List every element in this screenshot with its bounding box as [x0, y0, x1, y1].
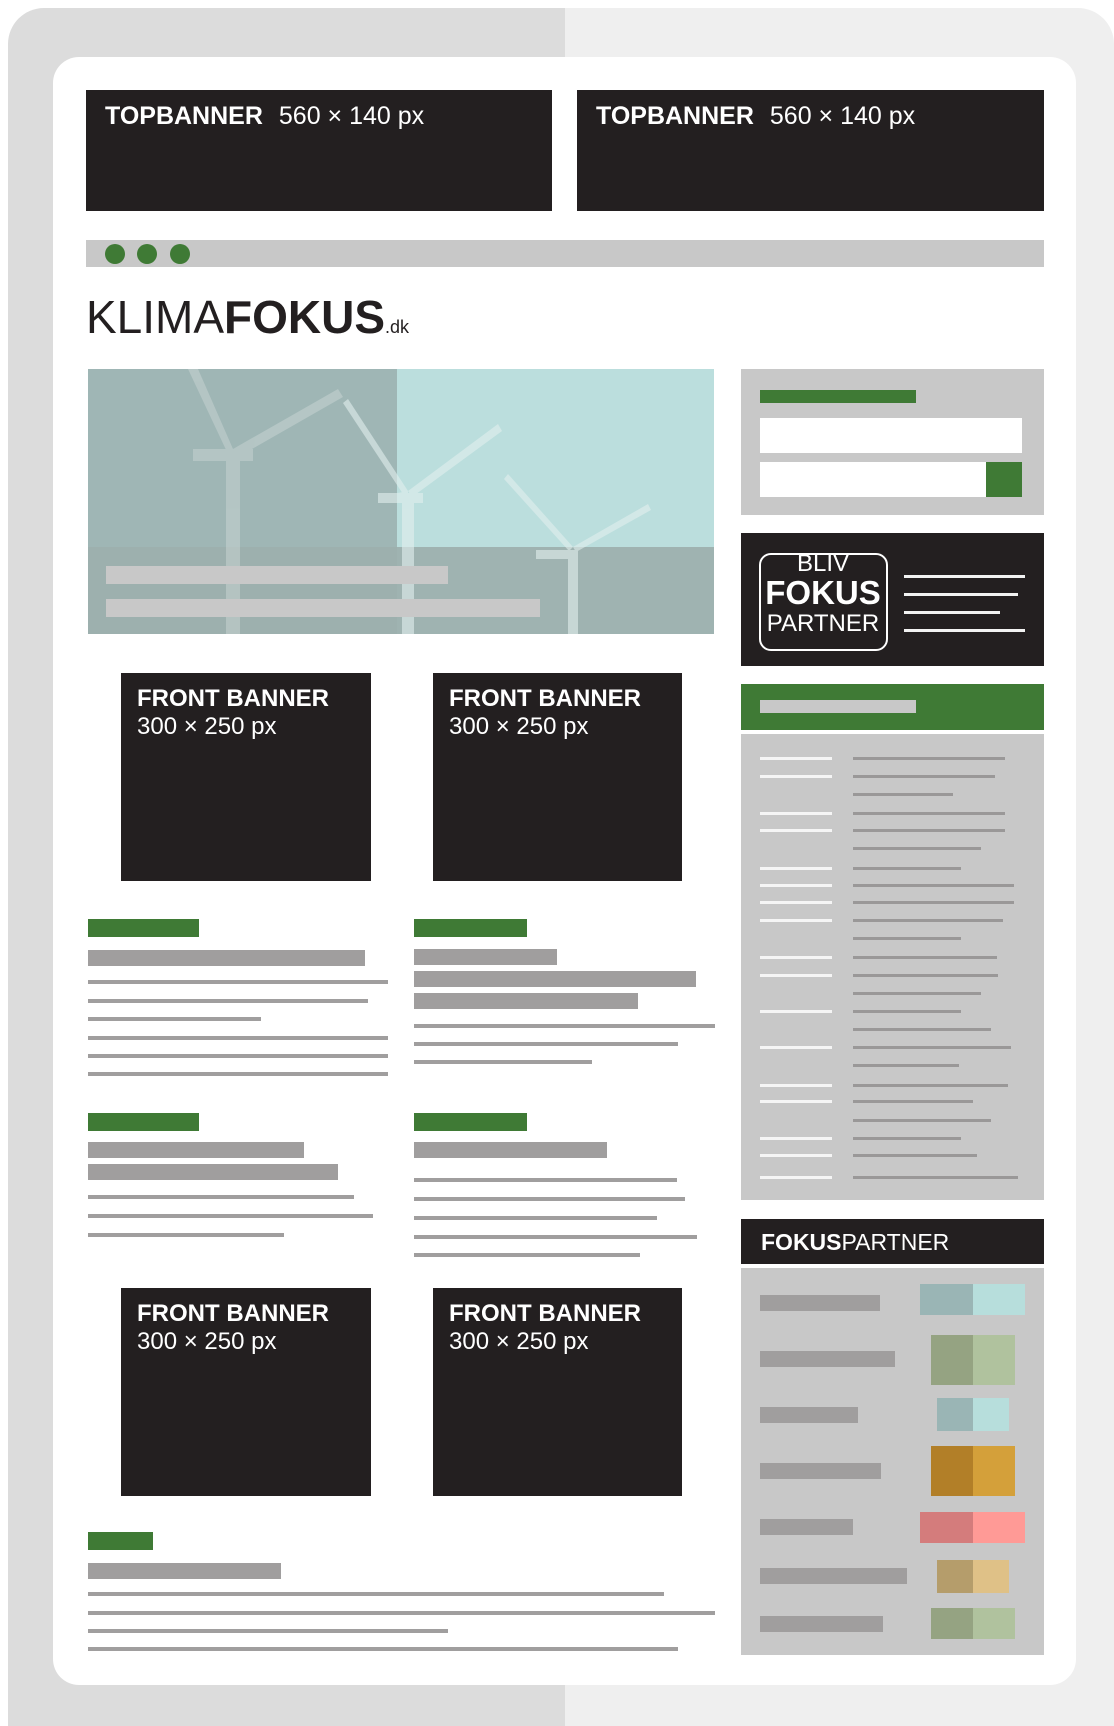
article-text-line — [88, 1233, 284, 1237]
article-headline-placeholder[interactable] — [88, 1563, 281, 1579]
article-text-line — [414, 1197, 685, 1201]
article-text-line — [88, 1195, 354, 1199]
article-headline-placeholder[interactable] — [88, 950, 365, 966]
front-banner-3-label: FRONT BANNER — [137, 1300, 329, 1327]
partner-name-placeholder[interactable] — [760, 1463, 881, 1479]
front-banner-4-label: FRONT BANNER — [449, 1300, 641, 1327]
partner-logo-swatch[interactable] — [937, 1560, 1009, 1593]
partner-logo-swatch[interactable] — [920, 1512, 1025, 1543]
fokuspartner-header[interactable]: FOKUSPARTNER — [741, 1219, 1044, 1264]
window-dot-icon[interactable] — [105, 244, 125, 264]
partner-text: PARTNER — [766, 610, 880, 637]
article-category-tag[interactable] — [88, 919, 199, 937]
partner-logo-swatch[interactable] — [931, 1335, 1015, 1385]
topbanner-2-label: TOPBANNER — [596, 102, 754, 130]
fokuspartner-light: PARTNER — [841, 1229, 950, 1255]
bliv-fokuspartner-banner[interactable]: BLIV FOKUS PARTNER — [741, 533, 1044, 666]
article-headline-placeholder[interactable] — [414, 949, 557, 965]
email-input[interactable] — [760, 462, 986, 497]
article-category-tag[interactable] — [414, 919, 527, 937]
article-text-line — [88, 1017, 261, 1021]
article-text-line — [414, 1060, 592, 1064]
front-banner-1-label: FRONT BANNER — [137, 685, 329, 712]
article-text-line — [88, 980, 388, 984]
article-text-line — [88, 1592, 664, 1596]
article-headline-placeholder[interactable] — [414, 1142, 607, 1158]
article-text-line — [88, 999, 368, 1003]
newsletter-title-placeholder — [760, 390, 916, 403]
article-text-line — [414, 1178, 677, 1182]
article-headline-placeholder[interactable] — [88, 1142, 304, 1158]
article-headline-placeholder[interactable] — [414, 971, 696, 987]
front-banner-3[interactable]: FRONT BANNER 300 × 250 px — [121, 1288, 371, 1496]
wind-turbine-image — [88, 369, 714, 634]
front-banner-2[interactable]: FRONT BANNER 300 × 250 px — [433, 673, 682, 881]
front-banner-3-size: 300 × 250 px — [137, 1328, 277, 1355]
partner-name-placeholder[interactable] — [760, 1568, 907, 1584]
article-text-line — [88, 1214, 373, 1218]
article-text-line — [414, 1235, 697, 1239]
partner-name-placeholder[interactable] — [760, 1407, 858, 1423]
article-category-tag[interactable] — [88, 1532, 153, 1550]
window-dot-icon[interactable] — [137, 244, 157, 264]
hero-image[interactable] — [88, 369, 714, 634]
article-text-line — [88, 1629, 448, 1633]
topbanner-2[interactable]: TOPBANNER 560 × 140 px — [577, 90, 1044, 211]
article-text-line — [414, 1024, 715, 1028]
topbanner-2-size: 560 × 140 px — [769, 102, 916, 130]
logo-part2: FOKUS — [224, 291, 386, 343]
article-text-line — [414, 1253, 640, 1257]
klimafokus-logo[interactable]: KLIMAFOKUS.dk — [86, 290, 409, 344]
partner-name-placeholder[interactable] — [760, 1351, 895, 1367]
badge-text-line — [904, 593, 1018, 596]
article-text-line — [414, 1216, 657, 1220]
partner-name-placeholder[interactable] — [760, 1519, 853, 1535]
topbanner-1[interactable]: TOPBANNER 560 × 140 px — [86, 90, 552, 211]
front-banner-4-size: 300 × 250 px — [449, 1328, 589, 1355]
partner-logo-swatch[interactable] — [920, 1284, 1025, 1315]
topbanner-1-label: TOPBANNER — [105, 102, 263, 130]
article-category-tag[interactable] — [414, 1113, 527, 1131]
partner-name-placeholder[interactable] — [760, 1295, 880, 1311]
partner-logo-swatch[interactable] — [931, 1608, 1015, 1639]
article-text-line — [88, 1054, 388, 1058]
article-text-line — [88, 1036, 388, 1040]
badge-text-line — [904, 575, 1025, 578]
fokus-text: FOKUS — [765, 574, 881, 611]
fokuspartner-bold: FOKUS — [761, 1229, 842, 1255]
badge-text-line — [904, 629, 1025, 632]
front-banner-4[interactable]: FRONT BANNER 300 × 250 px — [433, 1288, 682, 1496]
name-input[interactable] — [760, 418, 1022, 453]
article-text-line — [414, 1042, 678, 1046]
front-banner-1[interactable]: FRONT BANNER 300 × 250 px — [121, 673, 371, 881]
logo-suffix: .dk — [385, 317, 410, 337]
partner-name-placeholder[interactable] — [760, 1616, 883, 1632]
list-lines — [760, 757, 1018, 1179]
front-banner-1-size: 300 × 250 px — [137, 713, 277, 740]
badge-text-line — [904, 611, 1000, 614]
browser-bar — [86, 240, 1044, 267]
article-headline-placeholder[interactable] — [88, 1164, 338, 1180]
article-headline-placeholder[interactable] — [414, 993, 638, 1009]
article-text-line — [88, 1647, 678, 1651]
topbanner-1-size: 560 × 140 px — [278, 102, 425, 130]
front-banner-2-label: FRONT BANNER — [449, 685, 641, 712]
submit-button[interactable] — [986, 462, 1022, 497]
list-header-title-placeholder — [760, 700, 916, 713]
partner-logo-swatch[interactable] — [937, 1398, 1009, 1431]
article-category-tag[interactable] — [88, 1113, 199, 1131]
article-text-line — [88, 1611, 715, 1615]
window-dot-icon[interactable] — [170, 244, 190, 264]
logo-part1: KLIMA — [86, 291, 225, 343]
front-banner-2-size: 300 × 250 px — [449, 713, 589, 740]
partner-logo-swatch[interactable] — [931, 1446, 1015, 1496]
article-text-line — [88, 1072, 388, 1076]
